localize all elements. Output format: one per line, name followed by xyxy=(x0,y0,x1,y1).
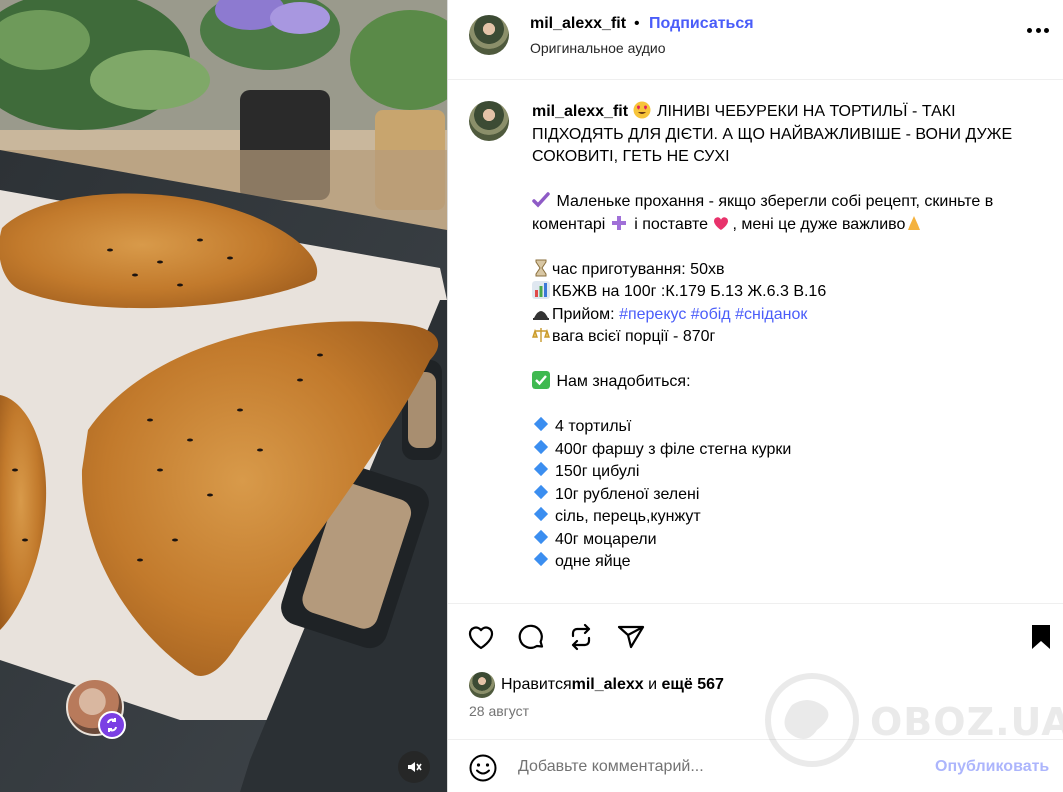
author-avatar[interactable] xyxy=(469,15,509,55)
blue-diamond-icon xyxy=(533,484,549,499)
likes-summary[interactable]: Нравится mil_alexx и ещё 567 xyxy=(469,672,724,698)
ingredient-item: 400г фаршу з філе стегна курки xyxy=(532,439,1037,462)
ingredient-item: 150г цибулі xyxy=(532,461,1037,484)
plus-emoji-icon xyxy=(611,215,626,230)
bar-chart-emoji-icon xyxy=(532,281,550,299)
caption-text: mil_alexx_fit ЛІНИВІ ЧЕБУРЕКИ НА ТОРТИЛЬ… xyxy=(532,101,1037,574)
remix-icon xyxy=(98,711,126,739)
ingredient-text: 400г фаршу з філе стегна курки xyxy=(555,440,792,458)
ingredient-text: 40г моцарели xyxy=(555,530,657,548)
post-viewer: mil_alexx_fit • Подписаться Оригинальное… xyxy=(0,0,1063,792)
food-photo xyxy=(0,0,447,792)
bookmark-icon[interactable] xyxy=(1025,621,1057,653)
hashtag-breakfast[interactable]: #сніданок xyxy=(735,306,807,323)
mute-icon[interactable] xyxy=(398,751,430,783)
ingredients-heading: Нам знадобиться: xyxy=(552,373,691,390)
check-mark-icon xyxy=(532,192,550,208)
hashtag-snack[interactable]: #перекус xyxy=(619,306,686,323)
repost-icon[interactable] xyxy=(565,621,597,653)
heart-emoji-icon xyxy=(714,216,729,230)
ingredient-text: 4 тортильї xyxy=(555,418,632,435)
separator-dot: • xyxy=(634,15,640,32)
ingredient-item: одне яйце xyxy=(532,551,1037,574)
heart-eyes-emoji-icon xyxy=(633,101,651,119)
share-icon[interactable] xyxy=(615,621,647,653)
hourglass-emoji-icon xyxy=(535,259,547,276)
comment-icon[interactable] xyxy=(515,621,547,653)
likes-middle: и xyxy=(643,676,662,693)
post-video[interactable] xyxy=(0,0,447,792)
post-header: mil_alexx_fit • Подписаться Оригинальное… xyxy=(448,0,1063,80)
ingredient-item: 40г моцарели xyxy=(532,529,1037,552)
ingredient-item: 10г рубленої зелені xyxy=(532,484,1037,507)
portion-weight-line: вага всієї порції - 870г xyxy=(552,328,716,345)
emoji-icon[interactable] xyxy=(468,753,498,783)
caption-author-avatar[interactable] xyxy=(469,101,509,141)
ingredient-text: 10г рубленої зелені xyxy=(555,485,700,503)
more-options-icon[interactable] xyxy=(1027,28,1049,34)
audio-label[interactable]: Оригинальное аудио xyxy=(530,40,666,56)
blue-diamond-icon xyxy=(533,551,549,567)
liker-avatar[interactable] xyxy=(469,672,495,698)
publish-button[interactable]: Опубликовать xyxy=(935,758,1049,776)
caption-section: mil_alexx_fit ЛІНИВІ ЧЕБУРЕКИ НА ТОРТИЛЬ… xyxy=(448,81,1063,603)
scales-emoji-icon xyxy=(532,328,550,342)
follow-button[interactable]: Подписаться xyxy=(649,15,754,33)
post-side-panel: mil_alexx_fit • Подписаться Оригинальное… xyxy=(447,0,1063,792)
caption-username[interactable]: mil_alexx_fit xyxy=(532,103,628,120)
post-actions: Нравится mil_alexx и ещё 567 28 август xyxy=(448,603,1063,739)
blue-diamond-icon xyxy=(533,529,549,544)
likes-prefix: Нравится xyxy=(501,676,572,693)
comment-bar: Опубликовать xyxy=(448,739,1063,792)
liker-username[interactable]: mil_alexx xyxy=(572,676,644,694)
folded-hands-emoji-icon xyxy=(908,215,921,230)
blue-diamond-icon xyxy=(533,506,549,522)
blue-diamond-icon xyxy=(533,461,549,477)
meal-prefix: Прийом: xyxy=(552,305,620,323)
ingredient-text: сіль, перець,кунжут xyxy=(555,508,701,525)
nutrition-line: КБЖВ на 100г :К.179 Б.13 Ж.6.3 В.16 xyxy=(552,283,827,300)
comment-input[interactable] xyxy=(518,755,918,779)
check-box-emoji-icon xyxy=(532,371,550,389)
post-date[interactable]: 28 август xyxy=(469,703,529,719)
heart-icon[interactable] xyxy=(465,621,497,653)
cook-time-line: час приготування: 50хв xyxy=(552,260,725,278)
ingredient-text: одне яйце xyxy=(555,553,631,570)
blue-diamond-icon xyxy=(533,416,549,432)
request-text-2: і поставте xyxy=(629,215,713,233)
hashtag-lunch[interactable]: #обід xyxy=(691,306,731,323)
ingredient-item: 4 тортильї xyxy=(532,416,1037,439)
likes-count[interactable]: ещё 567 xyxy=(662,676,724,694)
bell-emoji-icon xyxy=(533,310,549,320)
author-username[interactable]: mil_alexx_fit xyxy=(530,15,626,33)
request-text-3: , мені це дуже важливо xyxy=(732,215,906,233)
ingredient-item: сіль, перець,кунжут xyxy=(532,506,1037,529)
blue-diamond-icon xyxy=(533,439,549,454)
ingredient-text: 150г цибулі xyxy=(555,463,640,480)
